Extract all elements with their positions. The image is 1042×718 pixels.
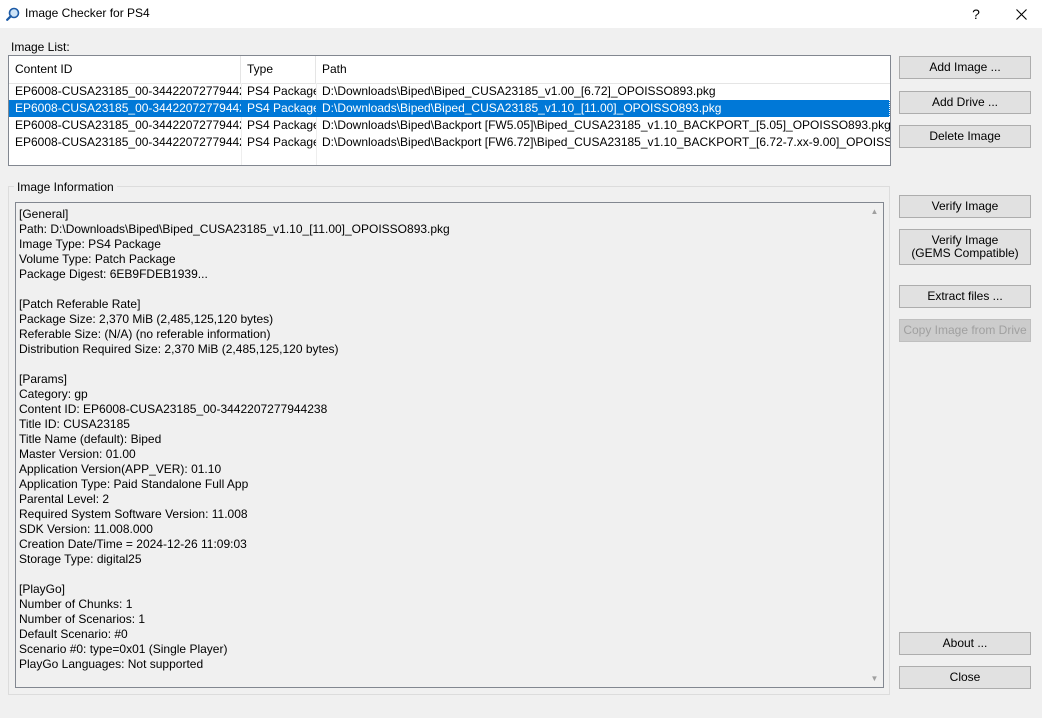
info-line: Default Scenario: #0 — [19, 627, 128, 641]
table-row[interactable]: EP6008-CUSA23185_00-3442207277944238 PS4… — [9, 134, 890, 151]
close-button[interactable]: Close — [899, 666, 1031, 689]
info-line: Scenario #0: type=0x01 (Single Player) — [19, 642, 228, 656]
info-line: Parental Level: 2 — [19, 492, 110, 506]
info-line: Volume Type: Patch Package — [19, 252, 176, 266]
info-line: Distribution Required Size: 2,370 MiB (2… — [19, 342, 339, 356]
info-line: Title Name (default): Biped — [19, 432, 162, 446]
vertical-scrollbar[interactable]: ▲ ▼ — [866, 203, 883, 687]
cell-type: PS4 Package — [247, 101, 316, 115]
cell-path: D:\Downloads\Biped\Backport [FW5.05]\Bip… — [322, 118, 890, 132]
magnifier-app-icon — [6, 7, 20, 21]
cell-type: PS4 Package — [247, 118, 316, 132]
image-information-textbox[interactable]: [General] Path: D:\Downloads\Biped\Biped_… — [15, 202, 884, 688]
info-line — [19, 567, 859, 582]
info-line: Application Version(APP_VER): 01.10 — [19, 462, 222, 476]
delete-image-button[interactable]: Delete Image — [899, 125, 1031, 148]
info-line: Image Type: PS4 Package — [19, 237, 161, 251]
verify-image-button[interactable]: Verify Image — [899, 195, 1031, 218]
info-line: Category: gp — [19, 387, 88, 401]
cell-content-id: EP6008-CUSA23185_00-3442207277944238 — [15, 135, 241, 149]
column-header-path[interactable]: Path — [316, 56, 890, 83]
info-line: Package Digest: 6EB9FDEB1939... — [19, 267, 208, 281]
scroll-up-icon[interactable]: ▲ — [866, 203, 883, 220]
image-list-label: Image List: — [11, 40, 70, 54]
image-information-label: Image Information — [14, 180, 117, 194]
cell-path: D:\Downloads\Biped\Biped_CUSA23185_v1.00… — [322, 84, 716, 98]
info-line: PlayGo Languages: Not supported — [19, 657, 204, 671]
cell-type: PS4 Package — [247, 84, 316, 98]
info-line: [General] — [19, 207, 69, 221]
info-line: Creation Date/Time = 2024-12-26 11:09:03 — [19, 537, 247, 551]
help-button[interactable]: ? — [960, 0, 992, 28]
cell-content-id: EP6008-CUSA23185_00-3442207277944238 — [15, 84, 241, 98]
image-list-header: Content ID Type Path — [9, 56, 890, 84]
info-line: Content ID: EP6008-CUSA23185_00-34422072… — [19, 402, 328, 416]
cell-path: D:\Downloads\Biped\Biped_CUSA23185_v1.10… — [316, 100, 890, 117]
copy-image-from-drive-button: Copy Image from Drive — [899, 319, 1031, 342]
cell-content-id: EP6008-CUSA23185_00-3442207277944238 — [15, 101, 241, 115]
add-drive-button[interactable]: Add Drive ... — [899, 91, 1031, 114]
add-image-button[interactable]: Add Image ... — [899, 56, 1031, 79]
info-line: Referable Size: (N/A) (no referable info… — [19, 327, 271, 341]
info-line: Path: D:\Downloads\Biped\Biped_CUSA23185… — [19, 222, 450, 236]
cell-path: D:\Downloads\Biped\Backport [FW6.72]\Bip… — [322, 135, 890, 149]
window-close-button[interactable] — [1000, 0, 1042, 28]
info-line: [Params] — [19, 372, 68, 386]
image-information-text: [General] Path: D:\Downloads\Biped\Biped_… — [19, 207, 859, 672]
info-line — [19, 357, 859, 372]
info-line: Application Type: Paid Standalone Full A… — [19, 477, 249, 491]
info-line: Storage Type: digital25 — [19, 552, 142, 566]
verify-gems-line2: (GEMS Compatible) — [911, 246, 1019, 260]
about-button[interactable]: About ... — [899, 632, 1031, 655]
info-line: Number of Chunks: 1 — [19, 597, 133, 611]
info-line: Title ID: CUSA23185 — [19, 417, 130, 431]
scroll-down-icon[interactable]: ▼ — [866, 670, 883, 687]
verify-image-gems-button[interactable]: Verify Image (GEMS Compatible) — [899, 229, 1031, 265]
extract-files-button[interactable]: Extract files ... — [899, 285, 1031, 308]
table-row[interactable]: EP6008-CUSA23185_00-3442207277944238 PS4… — [9, 117, 890, 134]
info-line: Package Size: 2,370 MiB (2,485,125,120 b… — [19, 312, 274, 326]
window-title: Image Checker for PS4 — [25, 6, 150, 20]
info-line — [19, 282, 859, 297]
info-line: Number of Scenarios: 1 — [19, 612, 146, 626]
table-row-selected[interactable]: EP6008-CUSA23185_00-3442207277944238 PS4… — [9, 100, 890, 117]
column-header-type[interactable]: Type — [241, 56, 316, 83]
info-line: Master Version: 01.00 — [19, 447, 136, 461]
title-bar: Image Checker for PS4 ? — [0, 0, 1042, 28]
image-list[interactable]: Content ID Type Path EP6008-CUSA23185_00… — [8, 55, 891, 166]
info-line: SDK Version: 11.008.000 — [19, 522, 153, 536]
column-header-content-id[interactable]: Content ID — [9, 56, 241, 83]
close-icon — [1015, 8, 1027, 20]
info-line: Required System Software Version: 11.008 — [19, 507, 248, 521]
table-row[interactable]: EP6008-CUSA23185_00-3442207277944238 PS4… — [9, 83, 890, 100]
info-line: [PlayGo] — [19, 582, 66, 596]
info-line: [Patch Referable Rate] — [19, 297, 141, 311]
cell-content-id: EP6008-CUSA23185_00-3442207277944238 — [15, 118, 241, 132]
cell-type: PS4 Package — [247, 135, 316, 149]
